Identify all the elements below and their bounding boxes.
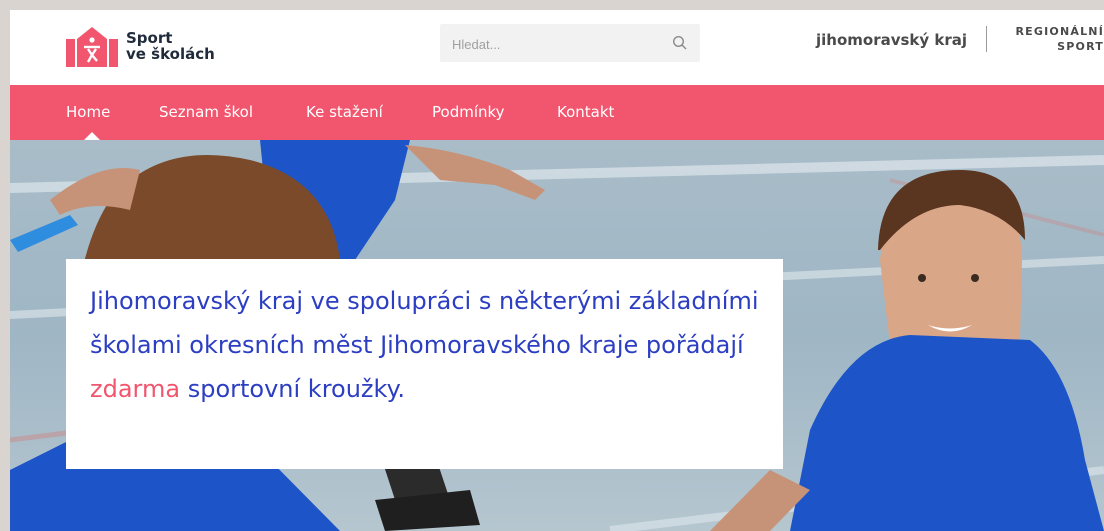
search-icon[interactable] — [672, 35, 688, 51]
partner-logo-line-2: SPORT — [1057, 40, 1104, 53]
site-logo-text: Sport ve školách — [126, 30, 215, 62]
logo-line-1: Sport — [126, 29, 173, 47]
nav-item-home[interactable]: Home — [66, 103, 110, 121]
nav-item-podminky[interactable]: Podmínky — [432, 103, 505, 121]
hero-message: Jihomoravský kraj ve spolupráci s někter… — [90, 279, 770, 411]
site-logo[interactable]: Sport ve školách — [66, 24, 215, 68]
logo-line-2: ve školách — [126, 45, 215, 63]
hero-banner: Jihomoravský kraj ve spolupráci s někter… — [10, 140, 1104, 531]
hero-text-after: sportovní kroužky. — [180, 375, 405, 403]
nav-item-kontakt[interactable]: Kontakt — [557, 103, 614, 121]
hero-text-before: Jihomoravský kraj ve spolupráci s někter… — [90, 287, 759, 359]
region-link[interactable]: jihomoravský kraj — [816, 31, 967, 49]
partner-logo-line-1: REGIONÁLNÍ — [1015, 25, 1104, 38]
school-house-logo-icon — [66, 27, 118, 67]
hero-text-accent: zdarma — [90, 375, 181, 403]
hero-message-card: Jihomoravský kraj ve spolupráci s někter… — [66, 259, 783, 469]
site-header: Sport ve školách jihomoravský kraj REGIO… — [10, 10, 1104, 85]
header-divider — [986, 26, 987, 52]
partner-logo[interactable]: REGIONÁLNÍ SPORT — [1004, 24, 1104, 54]
page: Sport ve školách jihomoravský kraj REGIO… — [10, 10, 1104, 531]
nav-item-seznam-skol[interactable]: Seznam škol — [159, 103, 253, 121]
active-nav-indicator — [84, 132, 100, 140]
search-input[interactable] — [450, 24, 654, 64]
search-box — [440, 24, 700, 64]
main-nav: Home Seznam škol Ke stažení Podmínky Kon… — [10, 85, 1104, 140]
nav-item-ke-stazeni[interactable]: Ke stažení — [306, 103, 383, 121]
